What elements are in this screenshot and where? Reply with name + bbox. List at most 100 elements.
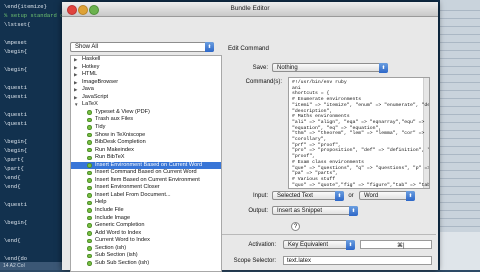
command-row[interactable]: Sub Sub Section (ish): [71, 260, 221, 267]
bundle-row[interactable]: ▶ Haskell: [71, 56, 221, 63]
bundle-row-label: ImageBrowser: [82, 78, 119, 85]
command-row[interactable]: Sub Section (ish): [71, 252, 221, 259]
background-line-rule: [440, 186, 480, 187]
fallback-input-popup[interactable]: Word ⬍: [359, 191, 415, 201]
disclosure-closed-icon[interactable]: ▶: [74, 64, 77, 71]
background-editor-line: \questi: [4, 120, 28, 127]
disclosure-closed-icon[interactable]: ▶: [74, 79, 77, 86]
disclosure-closed-icon[interactable]: ▶: [74, 86, 77, 93]
bundle-row-label: Haskell: [82, 56, 101, 62]
popup-arrows-icon: ⬍: [406, 191, 415, 201]
background-line-rule: [440, 58, 480, 59]
background-editor-line: \questi: [4, 201, 28, 208]
title-bar[interactable]: Bundle Editor: [62, 2, 438, 17]
disclosure-closed-icon[interactable]: ▶: [74, 94, 77, 101]
disclosure-open-icon[interactable]: ▼: [74, 101, 78, 108]
bundle-row[interactable]: ▶ HTML: [71, 71, 221, 78]
output-label: Output:: [248, 208, 268, 214]
command-row-label: Insert Command Based on Current Word: [95, 169, 197, 176]
command-row[interactable]: Insert Item Based on Current Environment: [71, 177, 221, 184]
command-row-label: Generic Completion: [95, 222, 145, 229]
input-popup[interactable]: Selected Text ⬍: [272, 191, 344, 201]
command-code-line: # Maths environments: [292, 114, 350, 120]
background-editor-line: \lstset{: [4, 21, 31, 28]
disclosure-closed-icon[interactable]: ▶: [74, 56, 77, 63]
command-row[interactable]: Include File: [71, 207, 221, 214]
command-row[interactable]: Typeset & View (PDF): [71, 109, 221, 116]
command-code-line: # Exam class environments: [292, 159, 364, 165]
command-row[interactable]: Run BibTeX: [71, 154, 221, 161]
command-row[interactable]: Trash aux Files: [71, 116, 221, 123]
background-line-rule: [440, 42, 480, 43]
command-code-line: "prf" => "proof",: [292, 142, 341, 148]
background-right-window-bottom: [440, 232, 480, 270]
command-row[interactable]: Insert Environment Closer: [71, 184, 221, 191]
command-icon: [87, 238, 92, 244]
command-row-label: Tidy: [95, 123, 106, 130]
bundle-item-list[interactable]: ▶ Haskell ▶ Hotkey ▶ HTML ▶ ImageBrowser ▶ Java ▶ J…: [70, 55, 222, 272]
bundle-row-label: LaTeX: [82, 101, 98, 108]
command-text-area[interactable]: #!/usr/bin/env ruby ani shortcuts = {# Enu…: [288, 77, 430, 189]
background-editor-line: \mpeset: [4, 39, 28, 46]
command-row[interactable]: Current Word to Index: [71, 237, 221, 244]
activation-popup[interactable]: Key Equivalent ⬍: [283, 240, 355, 250]
command-row[interactable]: Insert Command Based on Current Word: [71, 169, 221, 176]
background-line-rule: [440, 210, 480, 211]
command-row[interactable]: Add Word to Index: [71, 230, 221, 237]
save-label: Save:: [252, 65, 268, 71]
bundle-row[interactable]: ▼ LaTeX: [71, 101, 221, 108]
popup-arrows-icon: ⬍: [379, 63, 388, 73]
bundle-row[interactable]: ▶ Java: [71, 86, 221, 93]
disclosure-closed-icon[interactable]: ▶: [74, 71, 77, 78]
background-line-rule: [440, 122, 480, 123]
key-equivalent-field[interactable]: ⌘|: [360, 240, 432, 249]
command-code-line: shortcuts = {: [292, 91, 330, 97]
bundle-row[interactable]: ▶ Hotkey: [71, 64, 221, 71]
save-popup[interactable]: Nothing ⬍: [272, 63, 388, 73]
command-icon: [87, 215, 92, 221]
background-editor-line: \part{: [4, 156, 24, 163]
bundle-row[interactable]: ▶ JavaScript: [71, 94, 221, 101]
command-row-label: Insert Environment Closer: [95, 184, 160, 191]
command-row[interactable]: Tidy: [71, 124, 221, 131]
command-row[interactable]: Insert Label From Document...: [71, 192, 221, 199]
background-editor-line: \questi: [4, 93, 28, 100]
command-icon: [87, 110, 92, 115]
bundle-filter-popup[interactable]: Show All ⬍: [70, 42, 214, 52]
command-row[interactable]: Include Image: [71, 215, 221, 222]
background-line-rule: [440, 18, 480, 19]
background-editor-line: \questi: [4, 111, 28, 118]
scope-selector-value: text.latex: [287, 258, 312, 264]
command-row-label: Insert Label From Document...: [95, 191, 171, 198]
bundle-row-label: Java: [82, 86, 94, 93]
background-line-rule: [440, 90, 480, 91]
command-row[interactable]: Run Makeindex: [71, 147, 221, 154]
background-line-rule: [440, 106, 480, 107]
command-icon: [87, 125, 92, 130]
command-row[interactable]: Show in TeXniscope: [71, 132, 221, 139]
output-popup[interactable]: Insert as Snippet ⬍: [272, 206, 358, 216]
scope-selector-field[interactable]: text.latex: [283, 256, 432, 265]
bundle-editor-window: Bundle Editor Show All ⬍ ▶ Haskell ▶ Hotkey…: [62, 2, 438, 272]
command-icon: [87, 185, 92, 191]
command-row[interactable]: Section (ish): [71, 245, 221, 252]
background-editor-line: \begin{: [4, 147, 28, 154]
help-button[interactable]: ?: [291, 222, 300, 231]
background-line-rule: [440, 10, 480, 11]
command-code-line: "thm" => "theorem", "lem" => "lemma", "c…: [292, 131, 425, 137]
bundle-row[interactable]: ▶ ImageBrowser: [71, 79, 221, 86]
input-value: Selected Text: [277, 193, 313, 199]
command-row[interactable]: Generic Completion: [71, 222, 221, 229]
command-row[interactable]: BibDesk Completion: [71, 139, 221, 146]
command-row[interactable]: Help: [71, 199, 221, 206]
scope-selector-label: Scope Selector:: [233, 258, 276, 264]
command-row-label: Insert Environment Based on Current Word: [95, 161, 203, 168]
background-line-rule: [440, 170, 480, 171]
command-row[interactable]: Insert Environment Based on Current Word: [71, 161, 221, 169]
background-right-window: [440, 0, 480, 270]
bundle-row-label: Hotkey: [82, 63, 100, 70]
window-title: Bundle Editor: [230, 5, 270, 12]
command-icon: [87, 163, 92, 168]
command-code-line: # Various stuff: [292, 176, 336, 182]
background-editor-line: \end{itemize}: [4, 3, 47, 10]
